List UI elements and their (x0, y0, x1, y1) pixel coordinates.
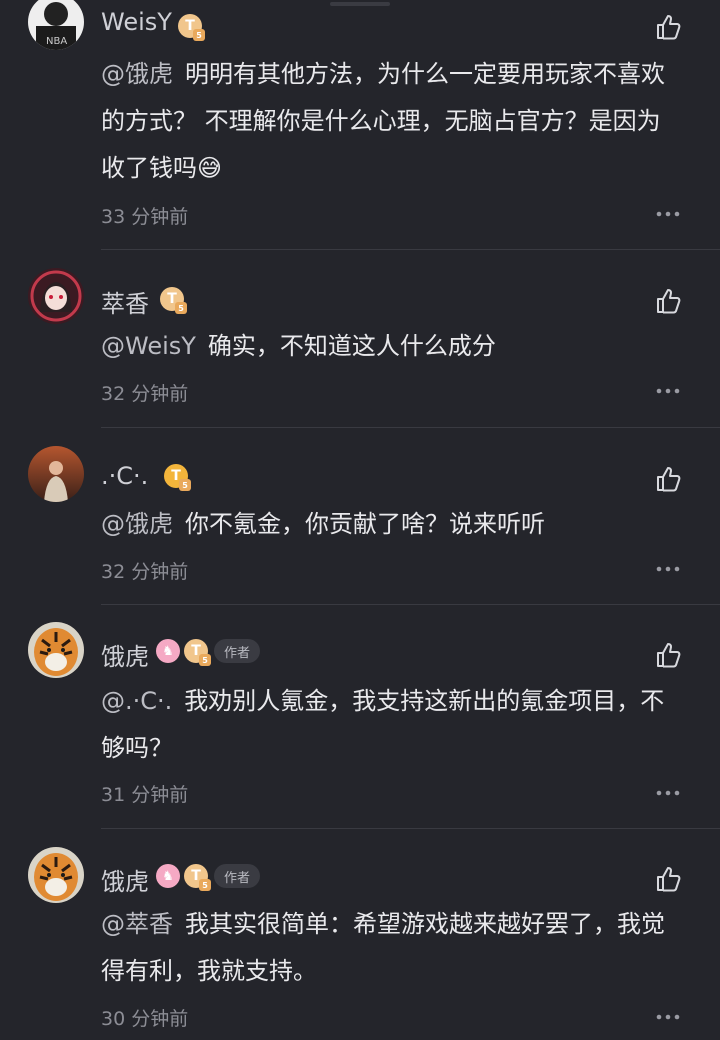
thumbs-up-icon[interactable] (654, 464, 684, 494)
comment-timestamp: 32 分钟前 (101, 561, 189, 583)
comment-text-line: @.·C·. 我劝别人氪金，我支持这新出的氪金项目，不 (101, 687, 665, 715)
mention-link[interactable]: @饿虎 (101, 510, 173, 538)
thumbs-up-icon[interactable] (654, 640, 684, 670)
comment-author-name[interactable]: .·C·. (101, 462, 148, 490)
comment-text-line: 得有利，我就支持。 (101, 957, 317, 985)
level-badge-icon: T5 (178, 14, 205, 41)
comment-text-line: 的方式？ 不理解你是什么心理，无脑占官方？是因为 (101, 107, 661, 135)
comment-author-name[interactable]: 饿虎 (101, 637, 149, 672)
level-badge-icon: T5 (184, 639, 211, 666)
more-dots-icon[interactable] (656, 790, 680, 796)
author-tag: 作者 (214, 639, 261, 663)
avatar[interactable] (28, 268, 84, 324)
comment-timestamp: 33 分钟前 (101, 206, 189, 228)
comment-author-name[interactable]: WeisY (101, 8, 172, 36)
svg-text:NBA: NBA (46, 36, 67, 47)
divider (101, 249, 720, 250)
thumbs-up-icon[interactable] (654, 286, 684, 316)
member-badge-icon: ♞ (156, 639, 180, 663)
sheet-grabber[interactable] (330, 2, 390, 6)
more-dots-icon[interactable] (656, 566, 680, 572)
level-badge-icon: T5 (164, 464, 191, 491)
level-badge-icon: T5 (160, 287, 187, 314)
divider (101, 427, 720, 428)
comment-author-name[interactable]: 萃香 (101, 284, 149, 319)
more-dots-icon[interactable] (656, 1014, 680, 1020)
comment-timestamp: 31 分钟前 (101, 784, 189, 806)
comment-text-line: 收了钱吗😅 (101, 154, 223, 182)
comment-text-line: @饿虎 明明有其他方法，为什么一定要用玩家不喜欢 (101, 60, 665, 88)
more-dots-icon[interactable] (656, 388, 680, 394)
comment-text-line: 够吗？ (101, 734, 173, 762)
mention-link[interactable]: @萃香 (101, 910, 173, 938)
more-dots-icon[interactable] (656, 211, 680, 217)
thumbs-up-icon[interactable] (654, 12, 684, 42)
avatar[interactable] (28, 446, 84, 502)
comment-timestamp: 32 分钟前 (101, 383, 189, 405)
comment-text-line: @萃香 我其实很简单：希望游戏越来越好罢了，我觉 (101, 910, 665, 938)
avatar[interactable] (28, 622, 84, 678)
level-badge-icon: T5 (184, 864, 211, 891)
mention-link[interactable]: @.·C·. (101, 687, 172, 715)
mention-link[interactable]: @WeisY (101, 332, 196, 360)
author-tag: 作者 (214, 864, 261, 888)
divider (101, 828, 720, 829)
comment-text-line: @饿虎 你不氪金，你贡献了啥？说来听听 (101, 510, 545, 538)
thumbs-up-icon[interactable] (654, 864, 684, 894)
member-badge-icon: ♞ (156, 864, 180, 888)
comment-timestamp: 30 分钟前 (101, 1008, 189, 1030)
avatar[interactable] (28, 847, 84, 903)
comment-text-line: @WeisY 确实，不知道这人什么成分 (101, 332, 496, 360)
comment-author-name[interactable]: 饿虎 (101, 862, 149, 897)
divider (101, 604, 720, 605)
avatar[interactable]: NBA (28, 0, 84, 50)
mention-link[interactable]: @饿虎 (101, 60, 173, 88)
